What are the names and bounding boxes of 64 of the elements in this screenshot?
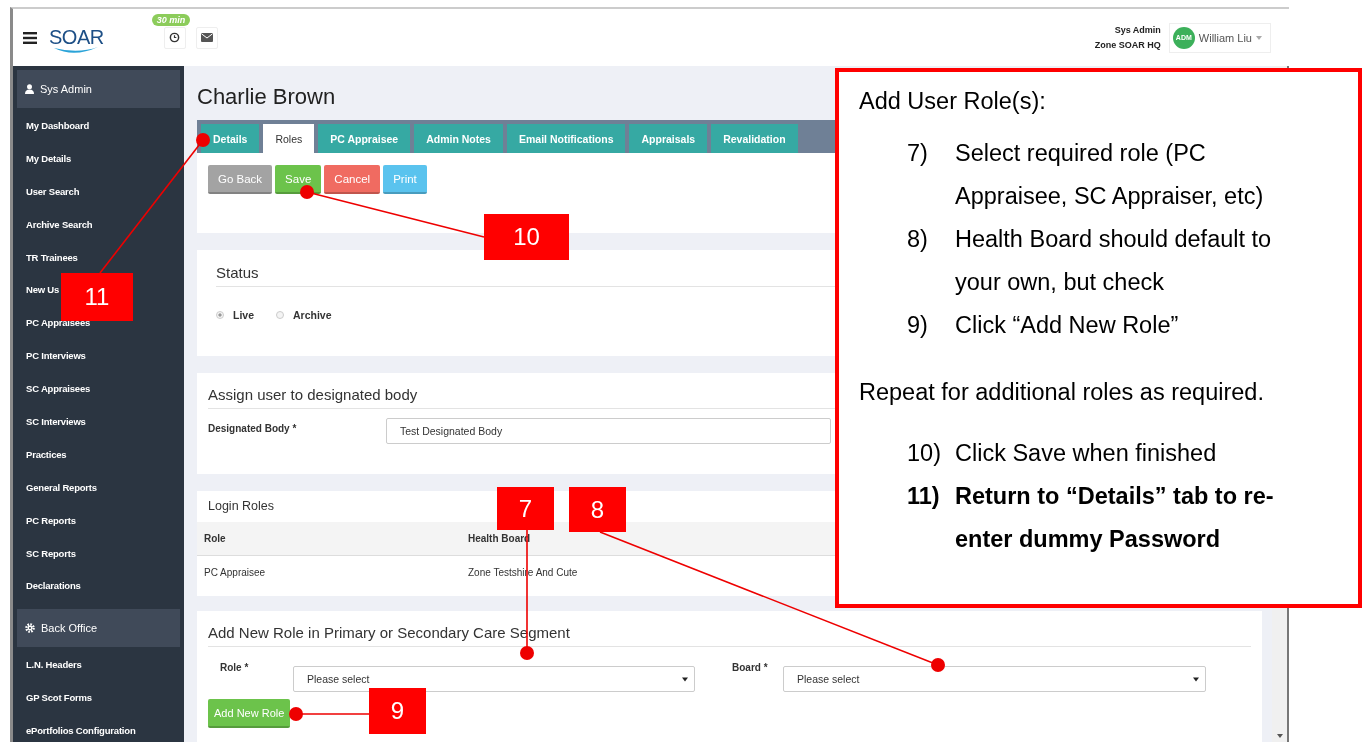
sidebar-item[interactable]: My Details	[17, 141, 71, 175]
section-title: Login Roles	[208, 499, 274, 515]
step-number: 9)	[907, 311, 929, 340]
mail-button[interactable]	[195, 26, 218, 49]
page-title: Charlie Brown	[197, 84, 336, 110]
step-marker: 11	[61, 273, 133, 321]
radio-button[interactable]	[216, 311, 224, 319]
select-field[interactable]: Please select	[293, 666, 695, 692]
column-header: Role	[203, 533, 227, 544]
sidebar-item[interactable]: GP Scot Forms	[17, 681, 92, 715]
sidebar-item[interactable]: SC Interviews	[17, 405, 86, 438]
user-zone: Zone SOAR HQ	[1094, 40, 1161, 50]
radio-button[interactable]	[276, 311, 284, 319]
mail-icon	[200, 33, 213, 42]
sidebar-item[interactable]: PC Reports	[17, 503, 76, 537]
sidebar-section-header[interactable]: Back Office	[17, 609, 180, 648]
radio-label: Archive	[293, 309, 332, 321]
step-text: Click Save when finished	[955, 439, 1218, 468]
sidebar-item[interactable]: My Dashboard	[17, 109, 90, 142]
step-marker: 7	[497, 487, 554, 530]
caret-icon	[682, 676, 688, 682]
select-field[interactable]: Please select	[783, 666, 1206, 692]
step-number: 11)	[907, 482, 941, 511]
sidebar-item[interactable]: New Us	[17, 273, 60, 307]
designated-body-select[interactable]: Test Designated Body	[386, 418, 831, 444]
radio-label: Live	[233, 309, 254, 321]
caret-icon	[1256, 35, 1262, 40]
timer-badge: 30 min	[151, 13, 191, 26]
sidebar-item[interactable]: L.N. Headers	[17, 648, 82, 682]
field-label: Role *	[219, 662, 250, 673]
clock-icon	[169, 32, 181, 43]
scroll-down-icon[interactable]	[1276, 734, 1283, 738]
sidebar-item[interactable]: TR Trainees	[17, 240, 78, 274]
sidebar-item[interactable]: Archive Search	[17, 207, 93, 241]
step-text: Return to “Details” tab to re-enter dummy Password	[955, 482, 1275, 554]
sidebar-section-header[interactable]: Sys Admin	[17, 70, 180, 108]
gear-icon	[25, 623, 35, 634]
step-text: Select required role (PC Appraisee, SC Appraiser, etc)	[955, 139, 1265, 211]
tab[interactable]: Roles	[263, 124, 315, 153]
logo-text: SOAR	[49, 27, 104, 47]
step-marker: 8	[569, 487, 626, 532]
caret-icon	[1193, 676, 1199, 682]
step-marker: 10	[484, 214, 569, 260]
step-text: Click “Add New Role”	[955, 311, 1180, 340]
field-label: Designated Body *	[208, 423, 298, 434]
sidebar-item[interactable]: ePortfolios Configuration	[17, 714, 136, 742]
step-number: 7)	[907, 139, 929, 168]
sidebar-item[interactable]: User Search	[17, 174, 80, 208]
sidebar-item[interactable]: PC Interviews	[17, 339, 86, 373]
table-cell-text: PC Appraisee	[203, 567, 267, 578]
sidebar-item[interactable]: General Reports	[17, 470, 97, 504]
step-number: 10)	[907, 439, 942, 468]
user-icon	[25, 84, 34, 94]
callout-title: Add User Role(s):	[859, 87, 1047, 116]
menu-icon[interactable]	[23, 31, 37, 44]
sidebar-item[interactable]: SC Appraisees	[17, 372, 91, 405]
clock-button[interactable]	[163, 26, 186, 49]
user-role: Sys Admin	[1114, 25, 1161, 35]
sidebar-item[interactable]: Practices	[17, 437, 67, 471]
step-number: 8)	[907, 225, 929, 254]
field-label: Board *	[731, 662, 769, 673]
sidebar-item[interactable]: SC Reports	[17, 536, 76, 570]
sidebar-item[interactable]: Declarations	[17, 569, 81, 603]
step-marker: 9	[369, 688, 426, 734]
